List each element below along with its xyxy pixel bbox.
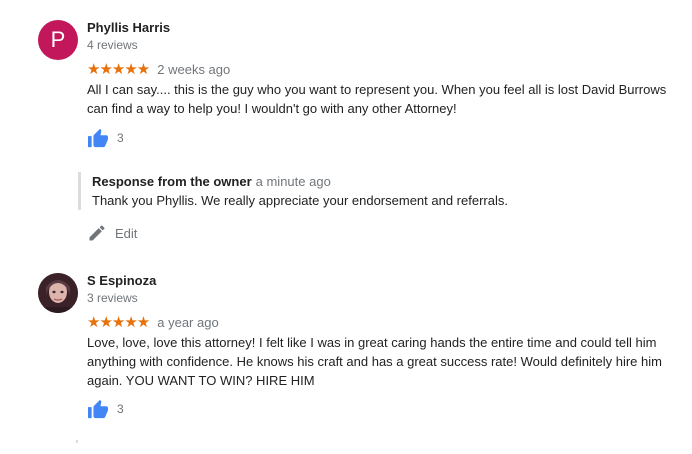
owner-response-text: Thank you Phyllis. We really appreciate … <box>92 193 508 208</box>
star-rating: ★★★★★ <box>87 61 150 78</box>
pencil-icon <box>89 225 105 241</box>
thumbs-up-icon <box>88 128 108 148</box>
review-count: 4 reviews <box>87 38 138 52</box>
rating-row: ★★★★★ a year ago <box>87 313 219 331</box>
reviewer-name[interactable]: Phyllis Harris <box>87 20 170 35</box>
like-count: 3 <box>117 131 124 145</box>
profile-photo <box>38 273 78 313</box>
owner-response-title: Response from the owner <box>92 174 252 189</box>
review-time: a year ago <box>157 314 219 330</box>
star-rating: ★★★★★ <box>87 314 150 331</box>
rating-row: ★★★★★ 2 weeks ago <box>87 60 230 78</box>
owner-response-time: a minute ago <box>255 174 331 189</box>
avatar[interactable]: P <box>38 20 78 60</box>
thumbs-up-icon <box>88 399 108 419</box>
avatar[interactable] <box>38 273 78 313</box>
review-text: All I can say.... this is the guy who yo… <box>87 82 667 116</box>
edit-label: Edit <box>115 225 138 241</box>
owner-response: Response from the owner a minute ago Than… <box>78 172 692 210</box>
review-time: 2 weeks ago <box>157 61 231 77</box>
like-button[interactable]: 3 <box>87 399 124 419</box>
review-count: 3 reviews <box>87 291 138 305</box>
review-text: Love, love, love this attorney! I felt l… <box>87 335 662 388</box>
like-count: 3 <box>117 402 124 416</box>
reviewer-name[interactable]: S Espinoza <box>87 273 156 288</box>
edit-button[interactable]: Edit <box>87 223 137 243</box>
like-button[interactable]: 3 <box>87 128 124 148</box>
divider <box>76 440 78 443</box>
